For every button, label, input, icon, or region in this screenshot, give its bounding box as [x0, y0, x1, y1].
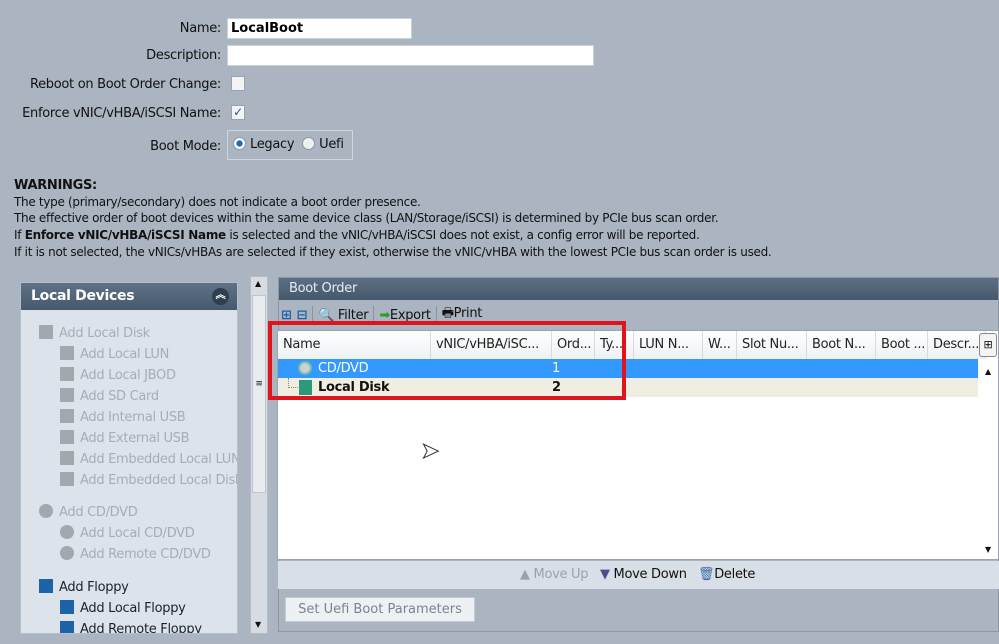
- warning-line: If Enforce vNIC/vHBA/iSCSI Name is selec…: [14, 228, 700, 242]
- boot-mode-group: Legacy Uefi: [227, 130, 353, 160]
- local-device-label: Add Internal USB: [80, 410, 186, 425]
- move-up-label: Move Up: [533, 567, 589, 582]
- disk-icon: [60, 451, 74, 465]
- column-header[interactable]: Boot ...: [876, 331, 928, 359]
- delete-label: Delete: [714, 567, 756, 582]
- column-header[interactable]: Descr...: [928, 331, 986, 359]
- radio-selected-icon: [233, 137, 246, 150]
- local-device-label: Add Local CD/DVD: [80, 526, 195, 541]
- local-device-label: Add Local Floppy: [80, 601, 186, 616]
- arrow-down-icon: ▼: [600, 567, 610, 582]
- local-device-item[interactable]: Add Local Floppy: [60, 600, 186, 616]
- trash-icon: 🗑: [698, 567, 715, 582]
- disk-icon: [60, 346, 74, 360]
- local-device-item: Add Local Disk: [39, 325, 150, 341]
- column-header[interactable]: Boot N...: [807, 331, 876, 359]
- arrow-up-icon: ▲: [520, 567, 530, 582]
- reboot-checkbox[interactable]: [231, 76, 245, 91]
- print-label: Print: [453, 306, 483, 321]
- disk-icon: [39, 325, 53, 339]
- warning-line: The effective order of boot devices with…: [14, 211, 719, 225]
- local-device-item[interactable]: Add Remote Floppy: [60, 621, 202, 634]
- radio-legacy[interactable]: Legacy: [233, 137, 295, 152]
- radio-uefi[interactable]: Uefi: [302, 137, 344, 152]
- scroll-up-icon[interactable]: ▲: [255, 279, 261, 288]
- warning-text: is selected and the vNIC/vHBA/iSCSI does…: [225, 228, 700, 242]
- move-bar: ▲ Move Up ▼ Move Down 🗑Delete: [278, 561, 999, 589]
- local-device-label: Add Embedded Local Disk: [80, 473, 238, 488]
- name-input[interactable]: [227, 18, 412, 39]
- local-devices-header[interactable]: Local Devices ︽: [21, 283, 237, 310]
- local-device-item: Add Embedded Local Disk: [60, 472, 238, 488]
- scroll-thumb[interactable]: ≡: [252, 295, 266, 493]
- reboot-label: Reboot on Boot Order Change:: [29, 77, 221, 92]
- local-device-label: Add External USB: [80, 431, 190, 446]
- scroll-down-icon[interactable]: ▼: [255, 620, 261, 629]
- disk-icon: [60, 409, 74, 423]
- local-device-item: Add Remote CD/DVD: [60, 546, 211, 562]
- print-icon: 🖶: [441, 306, 454, 321]
- table-scroll-up-icon[interactable]: ▲: [985, 367, 991, 376]
- local-device-label: Add Local JBOD: [80, 368, 176, 383]
- floppy-icon: [60, 621, 74, 633]
- local-device-label: Add Local LUN: [80, 347, 170, 362]
- column-chooser-icon[interactable]: ⊞: [979, 333, 997, 357]
- local-device-label: Add SD Card: [80, 389, 159, 404]
- mouse-cursor-icon: ➤: [420, 439, 440, 465]
- local-device-item: Add CD/DVD: [39, 504, 138, 520]
- local-device-item: Add SD Card: [60, 388, 159, 404]
- warning-text: If: [14, 228, 25, 242]
- boot-order-header: Boot Order: [279, 278, 998, 300]
- description-label: Description:: [146, 48, 221, 63]
- enforce-label: Enforce vNIC/vHBA/iSCSI Name:: [22, 106, 221, 121]
- floppy-icon: [39, 579, 53, 593]
- local-device-item: Add Embedded Local LUN: [60, 451, 238, 467]
- column-header[interactable]: LUN N...: [634, 331, 703, 359]
- left-scrollbar[interactable]: ▲ ≡ ▼: [250, 276, 268, 634]
- disk-icon: [60, 367, 74, 381]
- warnings-title: WARNINGS:: [14, 178, 97, 193]
- legacy-label: Legacy: [250, 137, 295, 152]
- warning-line: If it is not selected, the vNICs/vHBAs a…: [14, 245, 772, 259]
- set-uefi-boot-parameters-button[interactable]: Set Uefi Boot Parameters: [285, 597, 475, 622]
- name-label: Name:: [179, 21, 222, 36]
- move-up-button[interactable]: ▲ Move Up: [520, 567, 589, 582]
- local-device-label: Add Embedded Local LUN: [80, 452, 238, 467]
- disk-icon: [60, 388, 74, 402]
- local-device-label: Add CD/DVD: [59, 505, 138, 520]
- enforce-checkbox[interactable]: ✓: [231, 105, 245, 120]
- column-header[interactable]: W...: [703, 331, 737, 359]
- local-devices-panel: Local Devices ︽ Add Local Disk Add Local L…: [20, 282, 238, 634]
- cd-icon: [60, 546, 74, 560]
- collapse-icon[interactable]: ︽: [212, 288, 229, 305]
- warning-bold: Enforce vNIC/vHBA/iSCSI Name: [24, 228, 227, 242]
- warning-line: The type (primary/secondary) does not in…: [14, 195, 421, 209]
- panel-title: Local Devices: [31, 288, 135, 304]
- disk-icon: [60, 430, 74, 444]
- local-device-label: Add Local Disk: [59, 326, 150, 341]
- local-device-item: Add Internal USB: [60, 409, 186, 425]
- highlight-box: [268, 321, 626, 400]
- local-device-item: Add Local LUN: [60, 346, 169, 362]
- move-down-label: Move Down: [613, 567, 687, 582]
- boot-mode-label: Boot Mode:: [150, 139, 221, 154]
- local-device-item[interactable]: Add Floppy: [39, 579, 129, 595]
- local-device-item: Add Local JBOD: [60, 367, 176, 383]
- description-input[interactable]: [227, 45, 594, 66]
- local-device-label: Add Remote Floppy: [80, 622, 202, 634]
- disk-icon: [60, 472, 74, 486]
- radio-icon: [302, 137, 316, 150]
- local-device-label: Add Floppy: [59, 580, 129, 595]
- column-header[interactable]: Slot Nu...: [737, 331, 807, 359]
- local-device-item: Add External USB: [60, 430, 190, 446]
- uefi-label: Uefi: [319, 137, 344, 152]
- local-device-item: Add Local CD/DVD: [60, 525, 195, 541]
- local-device-label: Add Remote CD/DVD: [80, 547, 211, 562]
- table-scroll-down-icon[interactable]: ▼: [985, 545, 991, 554]
- move-down-button[interactable]: ▼ Move Down: [600, 567, 687, 582]
- delete-button[interactable]: 🗑Delete: [698, 567, 755, 582]
- cd-icon: [60, 525, 74, 539]
- floppy-icon: [60, 600, 74, 614]
- cd-icon: [39, 504, 53, 518]
